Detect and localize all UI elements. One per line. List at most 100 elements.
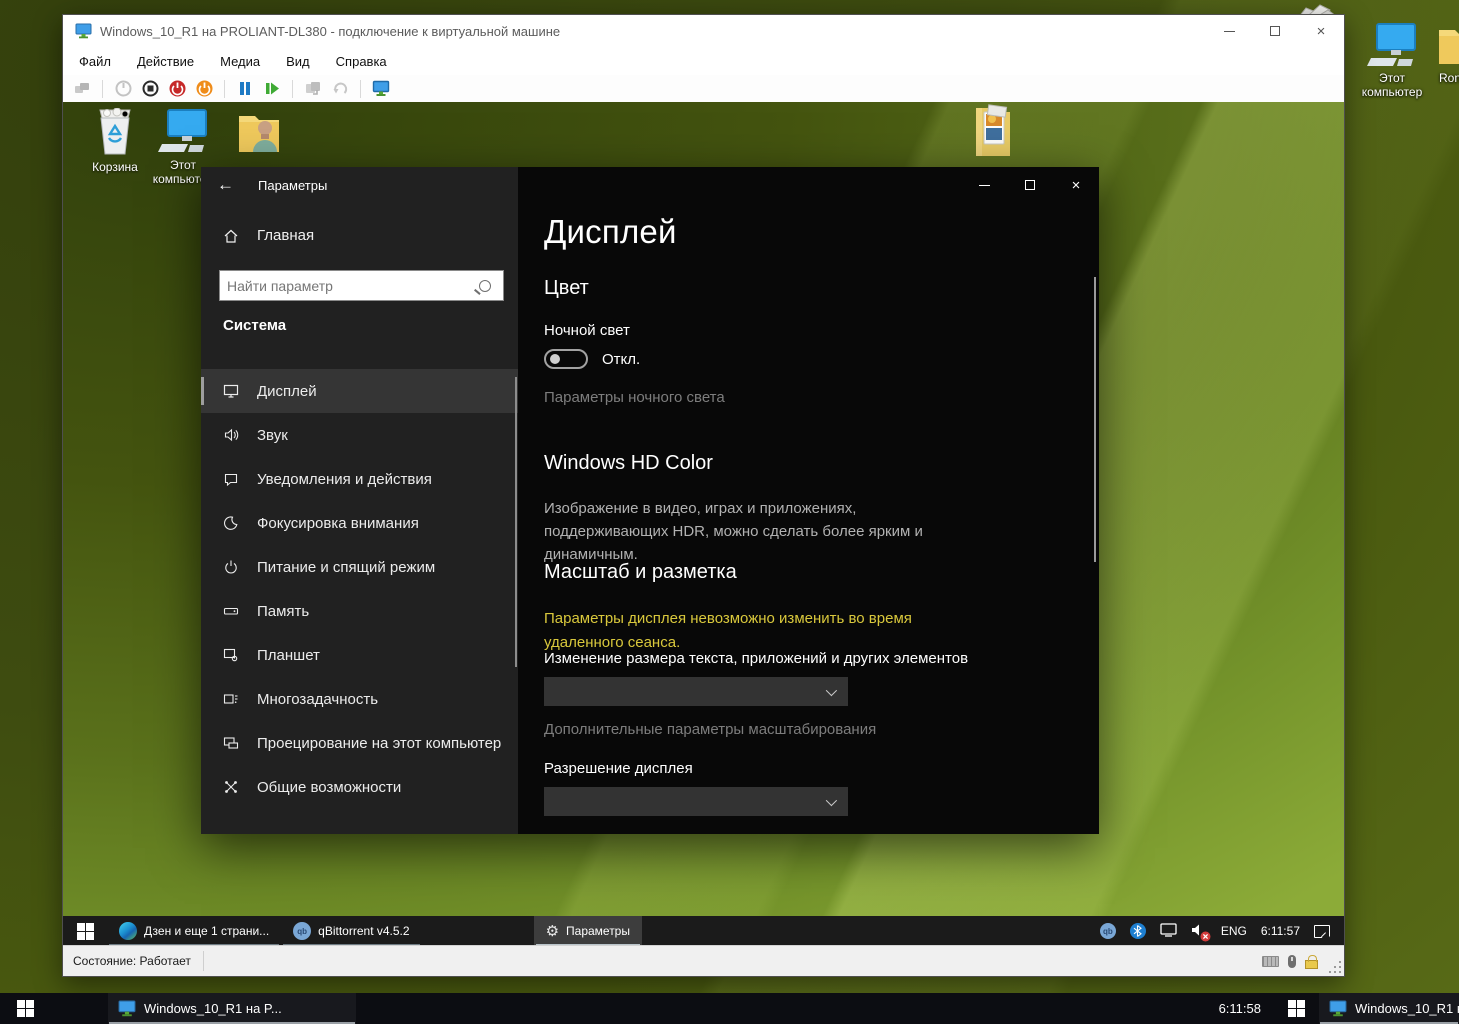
vmconnect-statusbar: Состояние: Работает <box>63 945 1344 976</box>
night-light-toggle[interactable] <box>544 349 588 369</box>
window-minimize-button[interactable] <box>1206 15 1252 47</box>
color-section-heading: Цвет <box>544 277 589 300</box>
language-indicator[interactable]: ENG <box>1221 924 1247 938</box>
sidebar-item-storage[interactable]: Память <box>201 589 518 633</box>
qbittorrent-tray-icon[interactable]: qb <box>1100 923 1116 939</box>
window-close-button[interactable]: × <box>1298 15 1344 47</box>
sidebar-item-multitasking[interactable]: Многозадачность <box>201 677 518 721</box>
user-folder-icon <box>235 108 283 156</box>
sidebar-item-notifications[interactable]: Уведомления и действия <box>201 457 518 501</box>
start-vm-icon-disabled[interactable] <box>114 80 132 98</box>
window-maximize-button[interactable] <box>1252 15 1298 47</box>
edge-icon <box>119 922 137 940</box>
sidebar-item-label: Звук <box>257 427 288 444</box>
mouse-capture-icon <box>1288 955 1296 968</box>
menu-file[interactable]: Файл <box>79 54 111 69</box>
volume-muted-icon[interactable] <box>1191 923 1207 940</box>
settings-search-input[interactable] <box>220 278 479 294</box>
night-light-label: Ночной свет <box>544 322 630 339</box>
home-icon <box>223 228 239 244</box>
sidebar-item-label: Проецирование на этот компьютер <box>257 735 501 752</box>
sidebar-item-tablet[interactable]: Планшет <box>201 633 518 677</box>
settings-scrollbar[interactable] <box>1094 277 1096 562</box>
enhanced-session-icon[interactable] <box>372 80 390 98</box>
host-desktop: Этот компьютер Ron Windows_10_R1 на PROL… <box>0 0 1459 1024</box>
focus-assist-icon <box>223 515 239 531</box>
bluetooth-icon[interactable] <box>1130 923 1146 939</box>
host-start-button[interactable] <box>0 993 50 1024</box>
save-vm-icon[interactable] <box>195 80 213 98</box>
host-this-pc-label: Этот компьютер <box>1352 71 1432 99</box>
menu-media[interactable]: Медиа <box>220 54 260 69</box>
sidebar-item-focus-assist[interactable]: Фокусировка внимания <box>201 501 518 545</box>
resize-grip[interactable] <box>1329 961 1341 973</box>
windows-logo-icon <box>1288 1000 1305 1017</box>
scaling-dropdown[interactable] <box>544 677 848 706</box>
back-icon[interactable]: ← <box>217 175 234 195</box>
turn-off-vm-icon[interactable] <box>141 80 159 98</box>
vm-taskbar-item-label: qBittorrent v4.5.2 <box>318 924 409 938</box>
sidebar-item-display[interactable]: Дисплей <box>201 369 518 413</box>
sidebar-item-sound[interactable]: Звук <box>201 413 518 457</box>
settings-sidebar: ← Параметры Главная Система <box>201 167 518 834</box>
settings-minimize-button[interactable] <box>961 167 1007 203</box>
scale-section-heading: Масштаб и разметка <box>544 561 737 584</box>
sidebar-item-label: Питание и спящий режим <box>257 559 435 576</box>
shut-down-vm-icon[interactable] <box>168 80 186 98</box>
host-start-button-secondary[interactable] <box>1273 993 1319 1024</box>
this-pc-icon <box>158 108 208 154</box>
network-icon[interactable] <box>1160 923 1177 940</box>
scaling-label: Изменение размера текста, приложений и д… <box>544 650 968 667</box>
sidebar-items: Дисплей Звук Уведомления и действия <box>201 369 518 809</box>
host-taskbar-item-vmconnect-secondary[interactable]: Windows_10_R1 на P... <box>1319 993 1459 1024</box>
vm-pictures-folder-icon[interactable] <box>957 102 1029 158</box>
vm-taskbar-item-settings[interactable]: ⚙ Параметры <box>534 916 642 946</box>
ctrl-alt-del-icon[interactable] <box>73 80 91 98</box>
vm-start-button[interactable] <box>63 916 107 946</box>
menu-action[interactable]: Действие <box>137 54 194 69</box>
page-title: Дисплей <box>544 213 677 251</box>
resolution-label: Разрешение дисплея <box>544 760 693 777</box>
host-this-pc-icon[interactable]: Этот компьютер <box>1352 22 1432 99</box>
revert-icon-disabled[interactable] <box>331 80 349 98</box>
sidebar-scrollbar[interactable] <box>515 377 517 667</box>
sidebar-item-label: Фокусировка внимания <box>257 515 419 532</box>
settings-close-button[interactable]: × <box>1053 167 1099 203</box>
host-taskbar-item-vmconnect[interactable]: Windows_10_R1 на P... <box>108 993 356 1024</box>
pause-vm-icon[interactable] <box>236 80 254 98</box>
sidebar-item-home[interactable]: Главная <box>223 227 314 244</box>
sidebar-item-shared-experiences[interactable]: Общие возможности <box>201 765 518 809</box>
vm-taskbar-item-label: Параметры <box>566 924 630 938</box>
hyperv-app-icon <box>1329 1000 1347 1017</box>
power-icon <box>223 559 239 575</box>
menu-view[interactable]: Вид <box>286 54 310 69</box>
menu-help[interactable]: Справка <box>336 54 387 69</box>
action-center-icon[interactable] <box>1314 925 1330 938</box>
vmconnect-window: Windows_10_R1 на PROLIANT-DL380 - подклю… <box>62 14 1345 977</box>
vm-taskbar-item-qbittorrent[interactable]: qb qBittorrent v4.5.2 <box>281 916 421 946</box>
vm-taskbar-item-label: Дзен и еще 1 страни... <box>144 924 269 938</box>
vmconnect-titlebar[interactable]: Windows_10_R1 на PROLIANT-DL380 - подклю… <box>63 15 1344 47</box>
shared-experiences-icon <box>223 779 239 795</box>
vm-user-folder-icon[interactable] <box>223 108 295 156</box>
settings-window: ← Параметры Главная Система <box>201 167 1099 834</box>
host-folder-icon-partial[interactable]: Ron <box>1437 22 1459 85</box>
night-light-settings-link[interactable]: Параметры ночного света <box>544 389 725 406</box>
host-taskbar-item-label: Windows_10_R1 на P... <box>144 1001 282 1016</box>
notifications-icon <box>223 471 239 487</box>
settings-maximize-button[interactable] <box>1007 167 1053 203</box>
vm-recycle-bin-icon[interactable]: Корзина <box>79 108 151 174</box>
advanced-scaling-link[interactable]: Дополнительные параметры масштабирования <box>544 721 876 738</box>
vm-clock[interactable]: 6:11:57 <box>1261 924 1300 938</box>
checkpoint-icon-disabled[interactable] <box>304 80 322 98</box>
sidebar-item-projecting[interactable]: Проецирование на этот компьютер <box>201 721 518 765</box>
sidebar-item-power-sleep[interactable]: Питание и спящий режим <box>201 545 518 589</box>
search-icon[interactable] <box>479 280 491 292</box>
resume-vm-icon[interactable] <box>263 80 281 98</box>
night-light-state: Откл. <box>602 351 640 368</box>
settings-search-box[interactable] <box>219 270 504 301</box>
multitasking-icon <box>223 691 239 707</box>
vm-taskbar-item-edge[interactable]: Дзен и еще 1 страни... <box>107 916 281 946</box>
resolution-dropdown[interactable] <box>544 787 848 816</box>
host-clock[interactable]: 6:11:58 <box>1207 993 1273 1024</box>
